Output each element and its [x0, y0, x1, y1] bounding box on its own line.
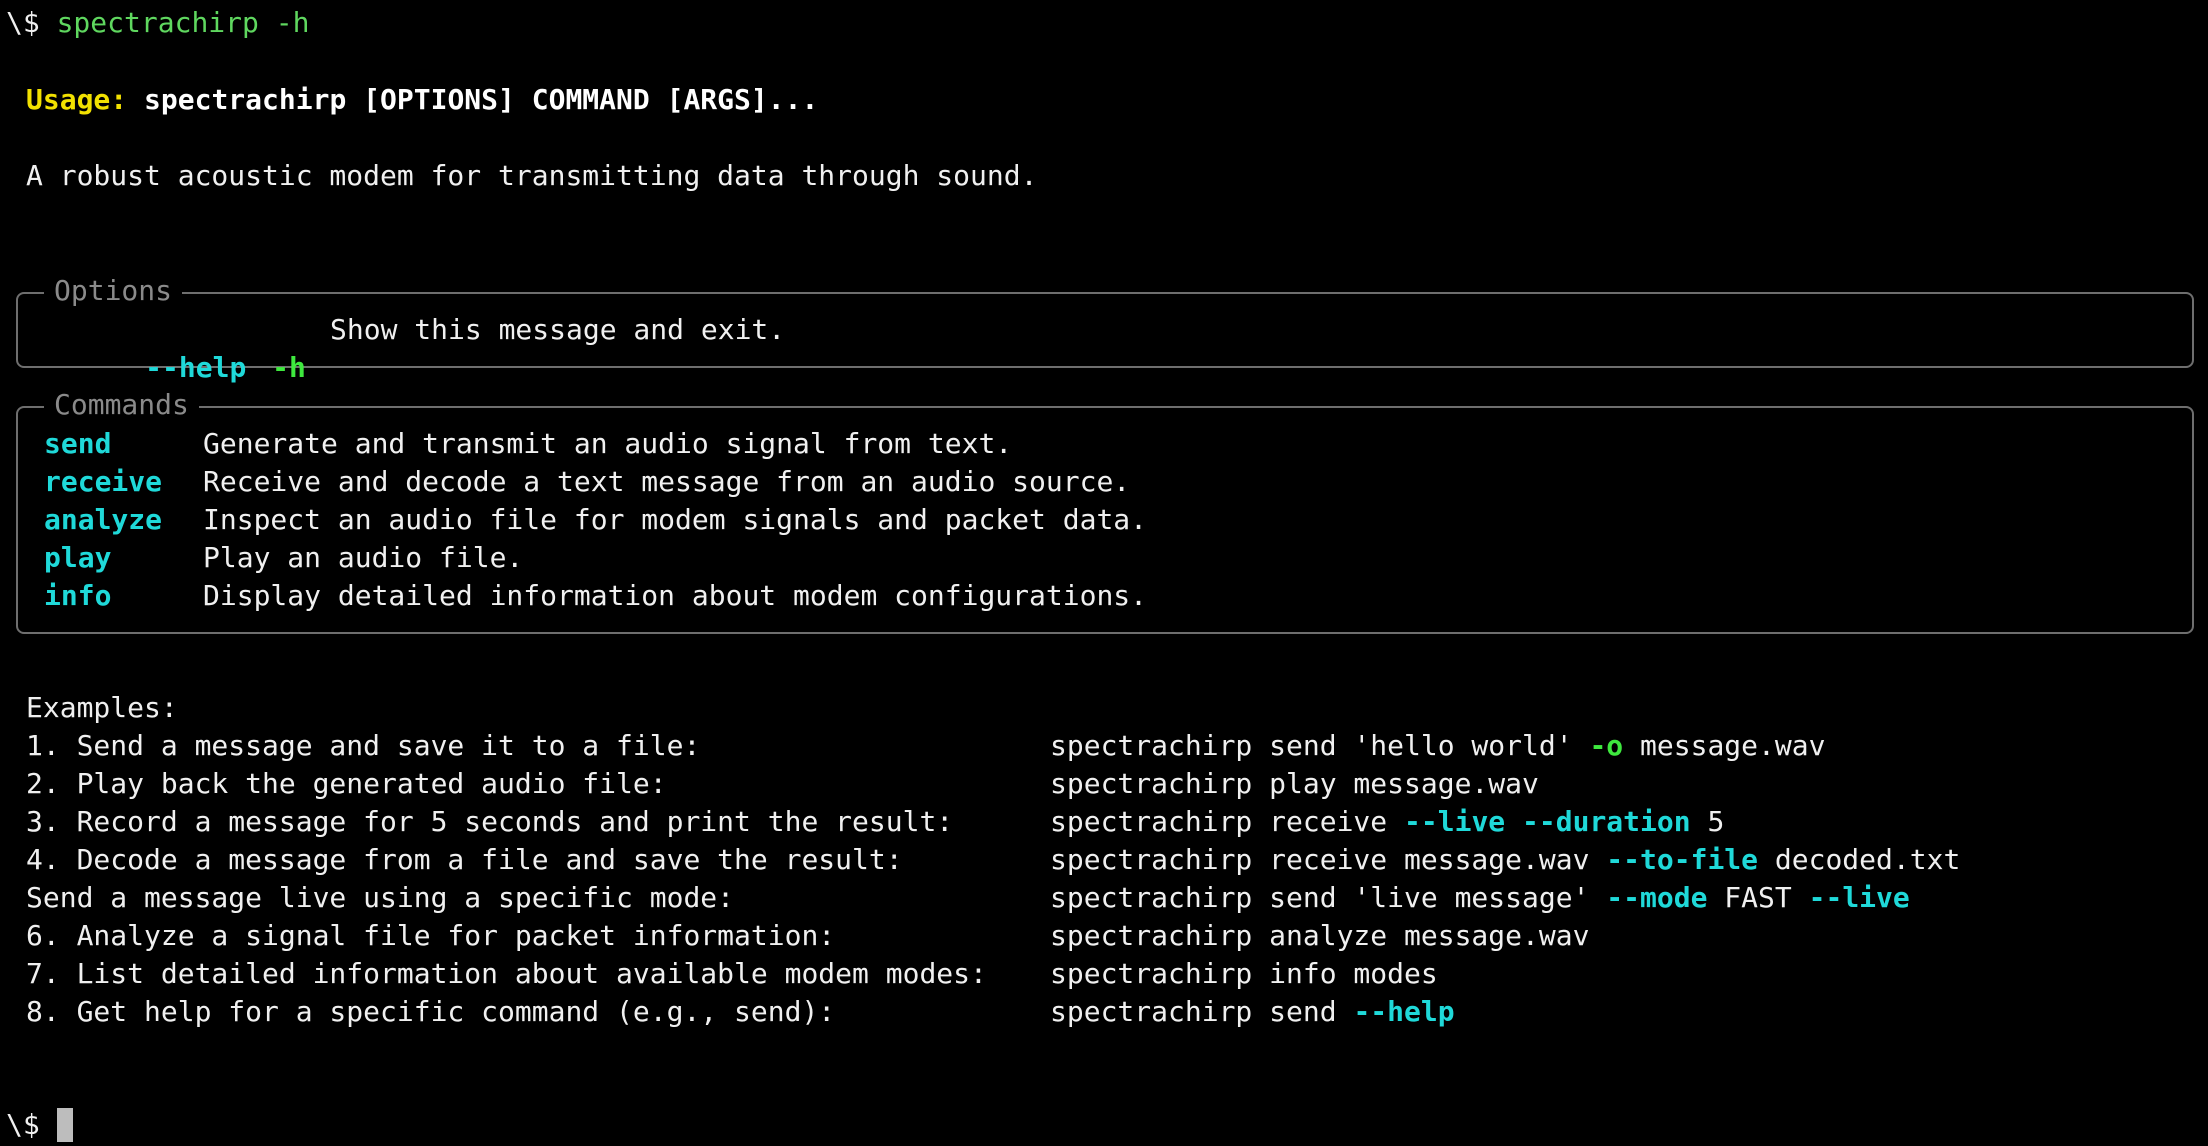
example-command: spectrachirp info modes [1050, 955, 1438, 993]
example-command: spectrachirp receive --live --duration 5 [1050, 803, 1724, 841]
options-panel: Options --help -h Show this message and … [16, 272, 2194, 384]
example-description: 7. List detailed information about avail… [26, 957, 987, 990]
example-description: 2. Play back the generated audio file: [26, 767, 667, 800]
example-command-text: spectrachirp receive [1050, 805, 1405, 838]
command-name-play: play [44, 541, 112, 574]
command-name-receive: receive [44, 465, 163, 498]
example-command-text: FAST [1707, 881, 1809, 914]
commands-panel-title: Commands [44, 386, 199, 424]
command-name-send: send [44, 427, 112, 460]
example-description: 4. Decode a message from a file and save… [26, 843, 903, 876]
option-short-flag: -h [272, 351, 306, 384]
example-command: spectrachirp send 'live message' --mode … [1050, 879, 1910, 917]
usage-label: Usage: [26, 83, 128, 116]
command-desc-info: Display detailed information about modem… [203, 579, 1148, 612]
command-line: \$ spectrachirp -h [6, 4, 309, 42]
option-short-flag-cell: -h [171, 311, 306, 384]
terminal-cursor[interactable] [57, 1108, 73, 1142]
command-desc-send: Generate and transmit an audio signal fr… [203, 427, 1013, 460]
example-command-text: 5 [1690, 805, 1725, 838]
example-description: 3. Record a message for 5 seconds and pr… [26, 805, 954, 838]
example-command-text: spectrachirp info modes [1050, 957, 1438, 990]
prompt-symbol: \$ [6, 6, 40, 39]
example-command: spectrachirp send 'hello world' -o messa… [1050, 727, 1825, 765]
example-command-text: spectrachirp send [1050, 995, 1354, 1028]
usage-text: spectrachirp [OPTIONS] COMMAND [ARGS]... [144, 83, 819, 116]
command-desc-play: Play an audio file. [203, 541, 524, 574]
example-command: spectrachirp play message.wav [1050, 765, 1539, 803]
example-command: spectrachirp receive message.wav --to-fi… [1050, 841, 1960, 879]
final-prompt-symbol: \$ [6, 1108, 40, 1141]
example-command-text: spectrachirp play message.wav [1050, 767, 1539, 800]
example-command-text: message.wav [1623, 729, 1826, 762]
example-command-flag: -o [1589, 729, 1624, 762]
example-command: spectrachirp analyze message.wav [1050, 917, 1589, 955]
example-command-text: spectrachirp analyze message.wav [1050, 919, 1590, 952]
typed-command: spectrachirp -h [56, 6, 310, 39]
command-desc-receive: Receive and decode a text message from a… [203, 465, 1131, 498]
terminal-window[interactable]: \$ spectrachirp -h Usage: spectrachirp [… [0, 0, 2208, 1146]
example-command-text: decoded.txt [1758, 843, 1961, 876]
program-description: A robust acoustic modem for transmitting… [26, 159, 1038, 192]
example-description: Send a message live using a specific mod… [26, 881, 735, 914]
commands-panel: Commands send Generate and transmit an a… [16, 386, 2194, 634]
example-description: 1. Send a message and save it to a file: [26, 729, 701, 762]
command-name-analyze: analyze [44, 503, 163, 536]
command-name-info: info [44, 579, 112, 612]
example-command: spectrachirp send --help [1050, 993, 1455, 1031]
example-description: 8. Get help for a specific command (e.g.… [26, 995, 836, 1028]
example-command-flag: --live [1808, 881, 1910, 914]
example-description: 6. Analyze a signal file for packet info… [26, 919, 836, 952]
options-panel-title: Options [44, 272, 183, 310]
example-command-flag: --mode [1606, 881, 1708, 914]
example-command-flag: --help [1353, 995, 1455, 1028]
example-command-text: spectrachirp send 'hello world' [1050, 729, 1590, 762]
example-command-text: spectrachirp send 'live message' [1050, 881, 1607, 914]
example-command-text: spectrachirp receive message.wav [1050, 843, 1607, 876]
example-command-flag: --live --duration [1404, 805, 1691, 838]
option-description: Show this message and exit. [330, 313, 786, 346]
example-command-flag: --to-file [1606, 843, 1759, 876]
examples-heading: Examples: [26, 691, 178, 724]
command-desc-analyze: Inspect an audio file for modem signals … [203, 503, 1148, 536]
usage-line: Usage: spectrachirp [OPTIONS] COMMAND [A… [26, 81, 818, 119]
